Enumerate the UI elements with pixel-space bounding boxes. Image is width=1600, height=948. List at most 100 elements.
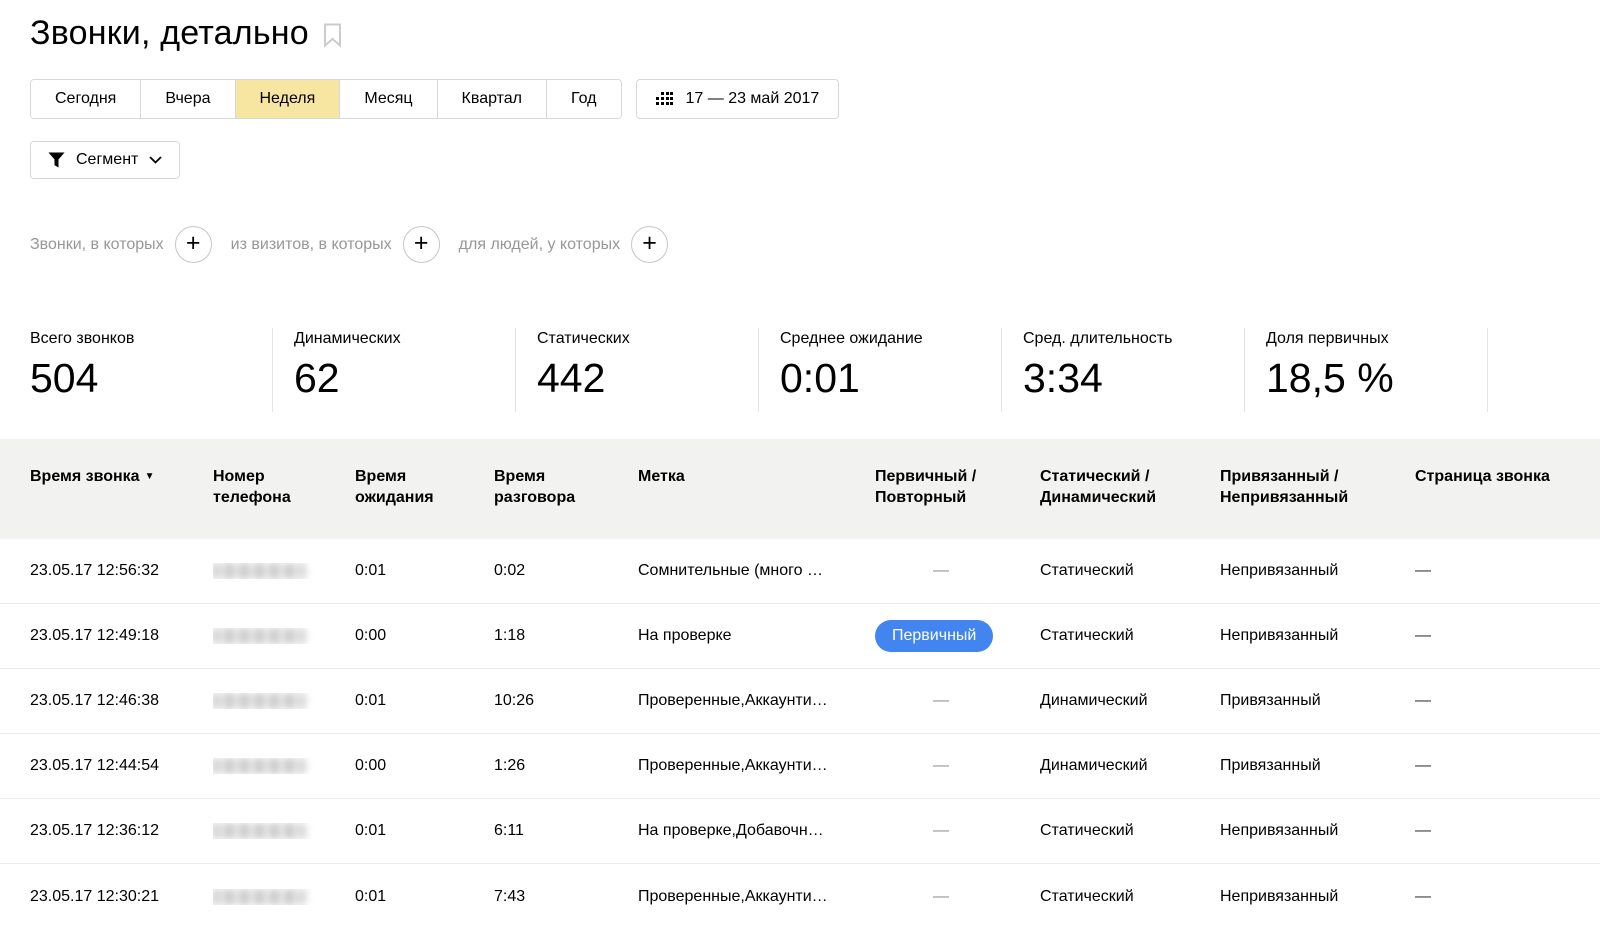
wait-time-cell: 0:00: [355, 627, 494, 645]
tab-today[interactable]: Сегодня: [31, 80, 140, 118]
add-filter-button[interactable]: +: [403, 226, 440, 263]
segment-button-label: Сегмент: [76, 151, 138, 169]
column-header-label: Время звонка: [30, 468, 140, 485]
period-tabs: СегодняВчераНеделяМесяцКварталГод: [30, 79, 622, 119]
static-dynamic-cell: Статический: [1040, 627, 1220, 645]
column-header[interactable]: Привязанный / Непривязанный: [1220, 466, 1415, 508]
metric-value: 0:01: [780, 357, 1001, 400]
phone-cell: [213, 823, 355, 839]
wait-time-cell: 0:00: [355, 757, 494, 775]
call-page-cell: —: [1415, 888, 1570, 906]
phone-number-redacted: [213, 628, 305, 644]
metrics-summary: Всего звонков504Динамических62Статически…: [30, 328, 1600, 412]
call-page-cell: —: [1415, 757, 1570, 775]
call-page-cell: —: [1415, 692, 1570, 710]
tag-cell: Проверенные,Аккаунти…: [638, 757, 875, 775]
talk-time-cell: 7:43: [494, 888, 638, 906]
date-range-label: 17 — 23 май 2017: [686, 90, 820, 108]
binding-cell: Привязанный: [1220, 692, 1415, 710]
column-header[interactable]: Метка: [638, 466, 875, 508]
tab-month[interactable]: Месяц: [339, 80, 436, 118]
call-page-cell: —: [1415, 627, 1570, 645]
phone-cell: [213, 628, 355, 644]
empty-value-dash: —: [1415, 627, 1431, 644]
funnel-icon: [48, 152, 65, 168]
tag-cell: Сомнительные (много …: [638, 562, 875, 580]
filter-builder-label: для людей, у которых: [459, 236, 620, 254]
empty-value-dash: —: [933, 692, 949, 709]
tab-quarter[interactable]: Квартал: [437, 80, 546, 118]
empty-value-dash: —: [933, 562, 949, 579]
column-header-label: Первичный / Повторный: [875, 468, 976, 506]
tag-cell: На проверке: [638, 627, 875, 645]
talk-time-cell: 6:11: [494, 822, 638, 840]
static-dynamic-cell: Статический: [1040, 888, 1220, 906]
column-header[interactable]: Время разговора: [494, 466, 638, 508]
column-header[interactable]: Номер телефона: [213, 466, 355, 508]
table-row[interactable]: 23.05.17 12:56:320:010:02Сомнительные (м…: [0, 539, 1600, 604]
primary-cell: —: [875, 888, 1040, 906]
tab-year[interactable]: Год: [546, 80, 620, 118]
primary-cell: —: [875, 822, 1040, 840]
tab-yesterday[interactable]: Вчера: [140, 80, 234, 118]
filter-builder-label: Звонки, в которых: [30, 236, 164, 254]
column-header[interactable]: Страница звонка: [1415, 466, 1570, 508]
column-header-label: Страница звонка: [1415, 468, 1550, 485]
table-row[interactable]: 23.05.17 12:46:380:0110:26Проверенные,Ак…: [0, 669, 1600, 734]
call-page-cell: —: [1415, 822, 1570, 840]
call-time-cell: 23.05.17 12:46:38: [30, 692, 213, 710]
empty-value-dash: —: [1415, 888, 1431, 905]
filter-builder-calls: Звонки, в которых +: [30, 226, 231, 263]
phone-number-redacted: [213, 758, 305, 774]
add-filter-button[interactable]: +: [631, 226, 668, 263]
column-header[interactable]: Время звонка▼: [30, 466, 213, 508]
primary-cell: —: [875, 562, 1040, 580]
table-row[interactable]: 23.05.17 12:44:540:001:26Проверенные,Акк…: [0, 734, 1600, 799]
metric-card: Динамических62: [273, 328, 516, 412]
segment-button[interactable]: Сегмент: [30, 141, 180, 179]
date-range-button[interactable]: 17 — 23 май 2017: [636, 79, 840, 119]
phone-cell: [213, 693, 355, 709]
talk-time-cell: 10:26: [494, 692, 638, 710]
table-row[interactable]: 23.05.17 12:49:18 0:001:18На проверкеПерв…: [0, 604, 1600, 669]
call-time-cell: 23.05.17 12:30:21: [30, 888, 213, 906]
chevron-down-icon: [149, 156, 162, 164]
primary-cell: —: [875, 692, 1040, 710]
column-header[interactable]: Статический / Динамический: [1040, 466, 1220, 508]
add-filter-button[interactable]: +: [175, 226, 212, 263]
table-row[interactable]: 23.05.17 12:30:210:017:43Проверенные,Акк…: [0, 864, 1600, 929]
metric-label: Всего звонков: [30, 330, 272, 348]
call-time-cell: 23.05.17 12:56:32: [30, 562, 213, 580]
phone-number-redacted: [213, 563, 305, 579]
page-title: Звонки, детально: [30, 14, 309, 53]
column-header-label: Время ожидания: [355, 468, 434, 506]
page-header: Звонки, детально: [0, 0, 1600, 53]
binding-cell: Непривязанный: [1220, 822, 1415, 840]
metric-value: 3:34: [1023, 357, 1244, 400]
metric-value: 442: [537, 357, 758, 400]
empty-value-dash: —: [1415, 562, 1431, 579]
tab-week[interactable]: Неделя: [235, 80, 340, 118]
talk-time-cell: 1:18: [494, 627, 638, 645]
table-row[interactable]: 23.05.17 12:36:120:016:11На проверке,Доб…: [0, 799, 1600, 864]
primary-badge: Первичный: [875, 620, 993, 652]
talk-time-cell: 0:02: [494, 562, 638, 580]
wait-time-cell: 0:01: [355, 822, 494, 840]
phone-number-redacted: [213, 889, 305, 905]
column-header[interactable]: Первичный / Повторный: [875, 466, 1040, 508]
call-time-cell: 23.05.17 12:49:18: [30, 627, 213, 645]
metric-label: Статических: [537, 330, 758, 348]
primary-cell: —: [875, 757, 1040, 775]
tag-cell: Проверенные,Аккаунти…: [638, 692, 875, 710]
bookmark-icon[interactable]: [323, 23, 342, 48]
metric-card: Среднее ожидание0:01: [759, 328, 1002, 412]
metric-card: Доля первичных18,5 %: [1245, 328, 1488, 412]
column-header[interactable]: Время ожидания: [355, 466, 494, 508]
empty-value-dash: —: [933, 888, 949, 905]
static-dynamic-cell: Динамический: [1040, 692, 1220, 710]
table-header: Время звонка▼Номер телефонаВремя ожидани…: [0, 439, 1600, 539]
phone-cell: [213, 889, 355, 905]
metric-card: Сред. длительность3:34: [1002, 328, 1245, 412]
filter-builder-label: из визитов, в которых: [231, 236, 392, 254]
column-header-label: Время разговора: [494, 468, 575, 506]
